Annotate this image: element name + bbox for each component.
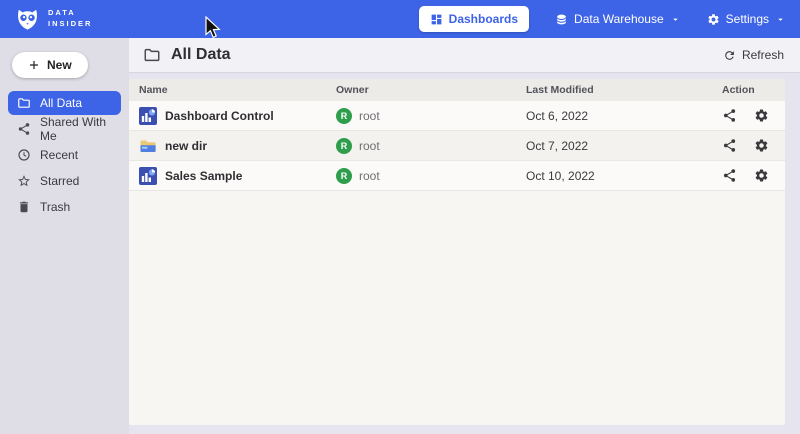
refresh-label: Refresh bbox=[742, 48, 784, 62]
data-warehouse-menu[interactable]: Data Warehouse bbox=[555, 12, 681, 26]
sidebar-item-all-data[interactable]: All Data bbox=[8, 91, 121, 115]
column-header-owner: Owner bbox=[336, 84, 526, 96]
file-table-card: Name Owner Last Modified Action Das bbox=[129, 79, 785, 425]
gear-icon[interactable] bbox=[754, 138, 769, 153]
sidebar-item-label: Recent bbox=[40, 148, 78, 162]
file-name: new dir bbox=[165, 139, 207, 153]
folder-icon bbox=[143, 46, 161, 64]
sidebar-item-label: All Data bbox=[40, 96, 82, 110]
gear-icon bbox=[707, 13, 720, 26]
column-header-action: Action bbox=[722, 84, 785, 96]
dashboard-file-icon bbox=[139, 107, 157, 125]
top-navbar: DATA INSIDER Dashboards Data Warehouse S… bbox=[0, 0, 800, 38]
sidebar-item-recent[interactable]: Recent bbox=[8, 143, 121, 167]
gear-icon[interactable] bbox=[754, 168, 769, 183]
owl-logo-icon bbox=[14, 6, 41, 33]
sidebar-item-trash[interactable]: Trash bbox=[8, 195, 121, 219]
share-icon[interactable] bbox=[722, 108, 737, 123]
sidebar-item-shared-with-me[interactable]: Shared With Me bbox=[8, 117, 121, 141]
refresh-button[interactable]: Refresh bbox=[723, 48, 784, 62]
sidebar-item-label: Starred bbox=[40, 174, 79, 188]
owner-avatar: R bbox=[336, 108, 352, 124]
trash-icon bbox=[17, 200, 31, 214]
chevron-down-icon bbox=[670, 14, 681, 25]
table-row[interactable]: Sales Sample R root Oct 10, 2022 bbox=[129, 161, 785, 191]
sidebar-item-label: Shared With Me bbox=[40, 115, 121, 143]
clock-icon bbox=[17, 148, 31, 162]
sidebar-item-label: Trash bbox=[40, 200, 70, 214]
last-modified: Oct 10, 2022 bbox=[526, 169, 722, 183]
table-row[interactable]: Dashboard Control R root Oct 6, 2022 bbox=[129, 101, 785, 131]
share-icon[interactable] bbox=[722, 168, 737, 183]
share-icon bbox=[17, 122, 31, 136]
content-header: All Data Refresh bbox=[129, 38, 800, 73]
dashboards-label: Dashboards bbox=[449, 12, 518, 26]
refresh-icon bbox=[723, 49, 736, 62]
owner-avatar: R bbox=[336, 138, 352, 154]
settings-menu[interactable]: Settings bbox=[707, 12, 786, 26]
gear-icon[interactable] bbox=[754, 108, 769, 123]
last-modified: Oct 7, 2022 bbox=[526, 139, 722, 153]
new-button-label: New bbox=[47, 58, 72, 72]
owner-name: root bbox=[359, 169, 380, 183]
file-name: Sales Sample bbox=[165, 169, 242, 183]
database-icon bbox=[555, 13, 568, 26]
chevron-down-icon bbox=[775, 14, 786, 25]
share-icon[interactable] bbox=[722, 138, 737, 153]
page-title: All Data bbox=[171, 46, 231, 64]
plus-icon bbox=[28, 59, 40, 71]
data-warehouse-label: Data Warehouse bbox=[574, 12, 664, 26]
star-icon bbox=[17, 174, 31, 188]
sidebar-item-starred[interactable]: Starred bbox=[8, 169, 121, 193]
dashboards-button[interactable]: Dashboards bbox=[419, 6, 529, 32]
column-header-name: Name bbox=[139, 84, 336, 96]
owner-avatar: R bbox=[336, 168, 352, 184]
column-header-modified: Last Modified bbox=[526, 84, 722, 96]
table-row[interactable]: new dir R root Oct 7, 2022 bbox=[129, 131, 785, 161]
last-modified: Oct 6, 2022 bbox=[526, 109, 722, 123]
folder-icon bbox=[17, 96, 31, 110]
settings-label: Settings bbox=[726, 12, 769, 26]
owner-name: root bbox=[359, 109, 380, 123]
dashboard-file-icon bbox=[139, 167, 157, 185]
file-name: Dashboard Control bbox=[165, 109, 274, 123]
brand-name: DATA INSIDER bbox=[48, 8, 92, 30]
sidebar: New All Data Shared With Me Recent Starr bbox=[0, 38, 129, 434]
app-logo: DATA INSIDER bbox=[14, 6, 92, 33]
new-button[interactable]: New bbox=[12, 52, 88, 78]
folder-file-icon bbox=[139, 137, 157, 155]
table-header: Name Owner Last Modified Action bbox=[129, 79, 785, 101]
dashboard-icon bbox=[430, 13, 443, 26]
main-content: All Data Refresh Name Owner Last Modifie… bbox=[129, 38, 800, 434]
owner-name: root bbox=[359, 139, 380, 153]
